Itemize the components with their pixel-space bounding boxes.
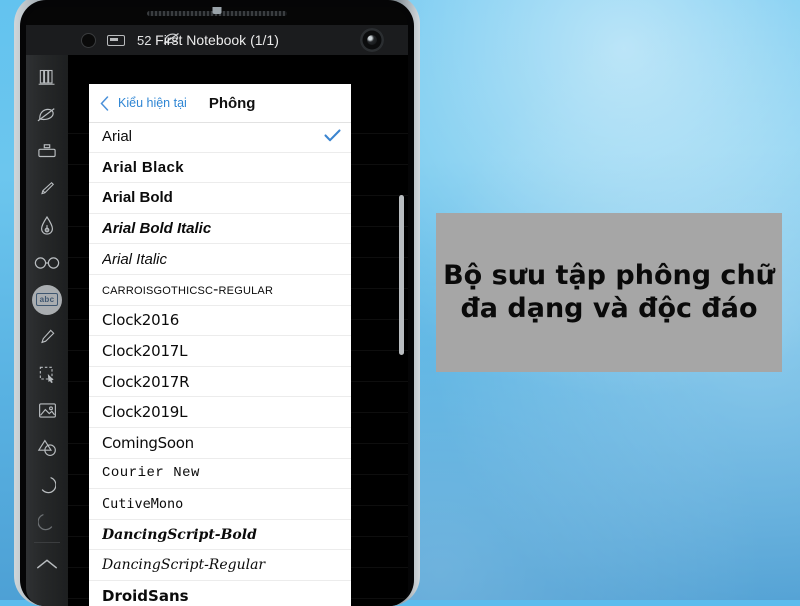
font-list-item[interactable]: Arial Bold Italic <box>89 214 351 245</box>
font-list-item[interactable]: Arial Black <box>89 153 351 184</box>
undo-icon[interactable] <box>28 466 66 503</box>
font-name-label: DancingScript-Bold <box>102 526 257 543</box>
glasses-icon[interactable] <box>28 244 66 281</box>
books-icon[interactable] <box>28 59 66 96</box>
front-camera-icon <box>360 28 384 52</box>
caption-box: Bộ sưu tập phông chữ đa dạng và độc đáo <box>436 213 782 372</box>
font-list-item[interactable]: Arial <box>89 122 351 153</box>
font-name-label: Arial Black <box>102 158 184 176</box>
font-name-label: Clock2016 <box>102 311 180 330</box>
image-icon[interactable] <box>28 392 66 429</box>
font-list-item[interactable]: Clock2016 <box>89 306 351 337</box>
font-list-item[interactable]: Clock2017L <box>89 336 351 367</box>
phone-screen: First Notebook (1/1) 52 abc Kiểu hiện tạ… <box>26 7 408 606</box>
proximity-sensor <box>212 7 222 14</box>
pen-tip-icon[interactable] <box>163 32 180 48</box>
font-name-label: Clock2017R <box>102 372 190 391</box>
back-chevron-icon[interactable] <box>89 95 115 111</box>
font-name-label: Arial Bold <box>102 189 173 207</box>
panel-title: Phông <box>208 94 256 112</box>
caption-line-1: Bộ sưu tập phông chữ <box>443 259 775 291</box>
font-panel-header: Kiểu hiện tại Phông <box>89 84 351 123</box>
font-name-label: CarroisGothicSC-Regular <box>102 280 274 298</box>
font-picker-panel[interactable]: Kiểu hiện tại Phông Arial Arial Black Aria… <box>89 84 351 606</box>
redo-icon[interactable] <box>28 503 66 540</box>
font-list-item[interactable]: Courier New <box>89 459 351 490</box>
caption-line-2: đa dạng và độc đáo <box>460 292 758 324</box>
text-abc-selected-pill: abc <box>32 284 62 315</box>
font-list-item[interactable]: ComingSoon <box>89 428 351 459</box>
font-list-item[interactable]: Clock2019L <box>89 397 351 428</box>
fountain-pen-icon[interactable] <box>28 207 66 244</box>
text-abc-label: abc <box>35 293 59 306</box>
font-name-label: Courier New <box>102 465 200 482</box>
marker-icon[interactable] <box>28 170 66 207</box>
canvas-scrollbar[interactable] <box>399 195 404 355</box>
font-name-label: DancingScript-Regular <box>102 557 266 574</box>
font-name-label: ComingSoon <box>102 433 194 452</box>
shapes-icon[interactable] <box>28 429 66 466</box>
collapse-chevron-icon[interactable] <box>28 545 66 582</box>
font-name-label: Clock2017L <box>102 341 188 360</box>
font-name-label: CutiveMono <box>102 495 184 512</box>
eraser-icon[interactable] <box>28 133 66 170</box>
font-list-item[interactable]: Clock2017R <box>89 367 351 398</box>
font-list-item[interactable]: Arial Italic <box>89 244 351 275</box>
tool-sidebar[interactable]: abc <box>26 55 68 606</box>
pen-icon[interactable] <box>28 96 66 133</box>
font-name-label: Arial Italic <box>102 250 168 268</box>
font-list-item[interactable]: DroidSans <box>89 581 351 606</box>
back-label[interactable]: Kiểu hiện tại <box>118 96 187 110</box>
text-abc-icon[interactable]: abc <box>28 281 66 318</box>
font-list-item[interactable]: CutiveMono <box>89 489 351 520</box>
phone-device: First Notebook (1/1) 52 abc Kiểu hiện tạ… <box>14 0 420 606</box>
font-list[interactable]: Arial Arial Black Arial Bold Arial Bold Ita… <box>89 122 351 606</box>
font-list-item[interactable]: CarroisGothicSC-Regular <box>89 275 351 306</box>
font-list-item[interactable]: Arial Bold <box>89 183 351 214</box>
status-bar-left-group: 52 <box>26 32 180 48</box>
app-status-bar: First Notebook (1/1) 52 <box>26 25 408 55</box>
font-name-label: Arial <box>102 128 133 146</box>
battery-icon <box>107 34 125 46</box>
font-list-item[interactable]: DancingScript-Regular <box>89 550 351 581</box>
toolbar-divider <box>34 542 60 543</box>
font-list-item[interactable]: DancingScript-Bold <box>89 520 351 551</box>
lasso-select-icon[interactable] <box>28 355 66 392</box>
record-dot-icon[interactable] <box>82 33 95 47</box>
highlighter-icon[interactable] <box>28 318 66 355</box>
battery-level: 52 <box>137 32 152 48</box>
check-icon <box>324 128 341 145</box>
font-name-label: DroidSans <box>102 586 189 605</box>
font-name-label: Clock2019L <box>102 403 188 422</box>
font-name-label: Arial Bold Italic <box>102 220 212 238</box>
